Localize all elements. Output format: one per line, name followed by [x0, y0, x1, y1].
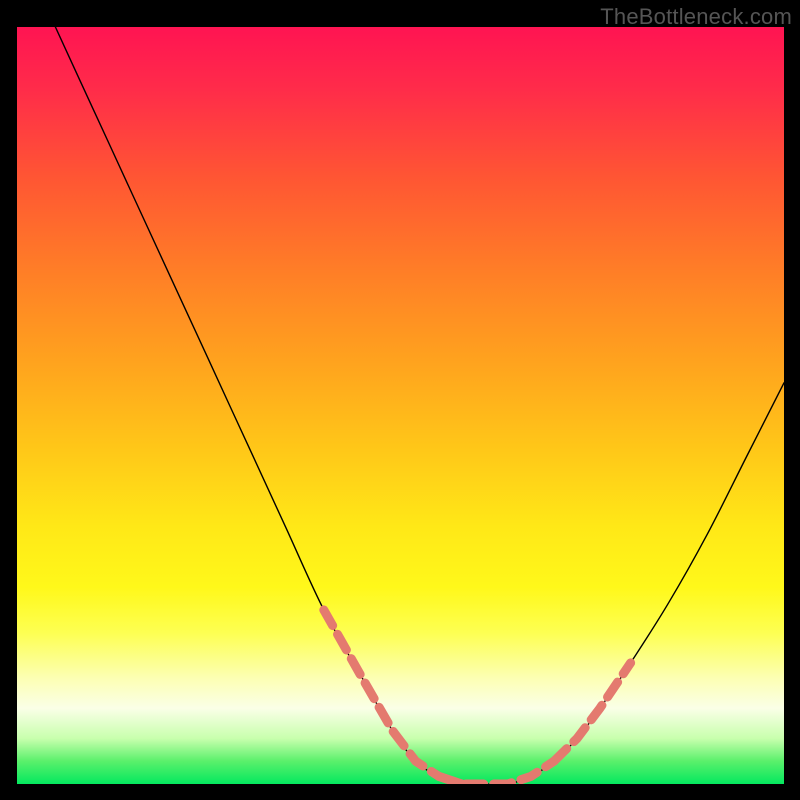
highlight-dashes-right	[554, 663, 631, 761]
bottleneck-curve	[55, 27, 784, 784]
plot-area	[17, 27, 784, 784]
highlight-dashes-left	[324, 610, 462, 784]
watermark-text: TheBottleneck.com	[600, 4, 792, 30]
highlight-dashes-bottom	[439, 761, 554, 784]
chart-svg	[17, 27, 784, 784]
chart-frame: TheBottleneck.com	[0, 0, 800, 800]
